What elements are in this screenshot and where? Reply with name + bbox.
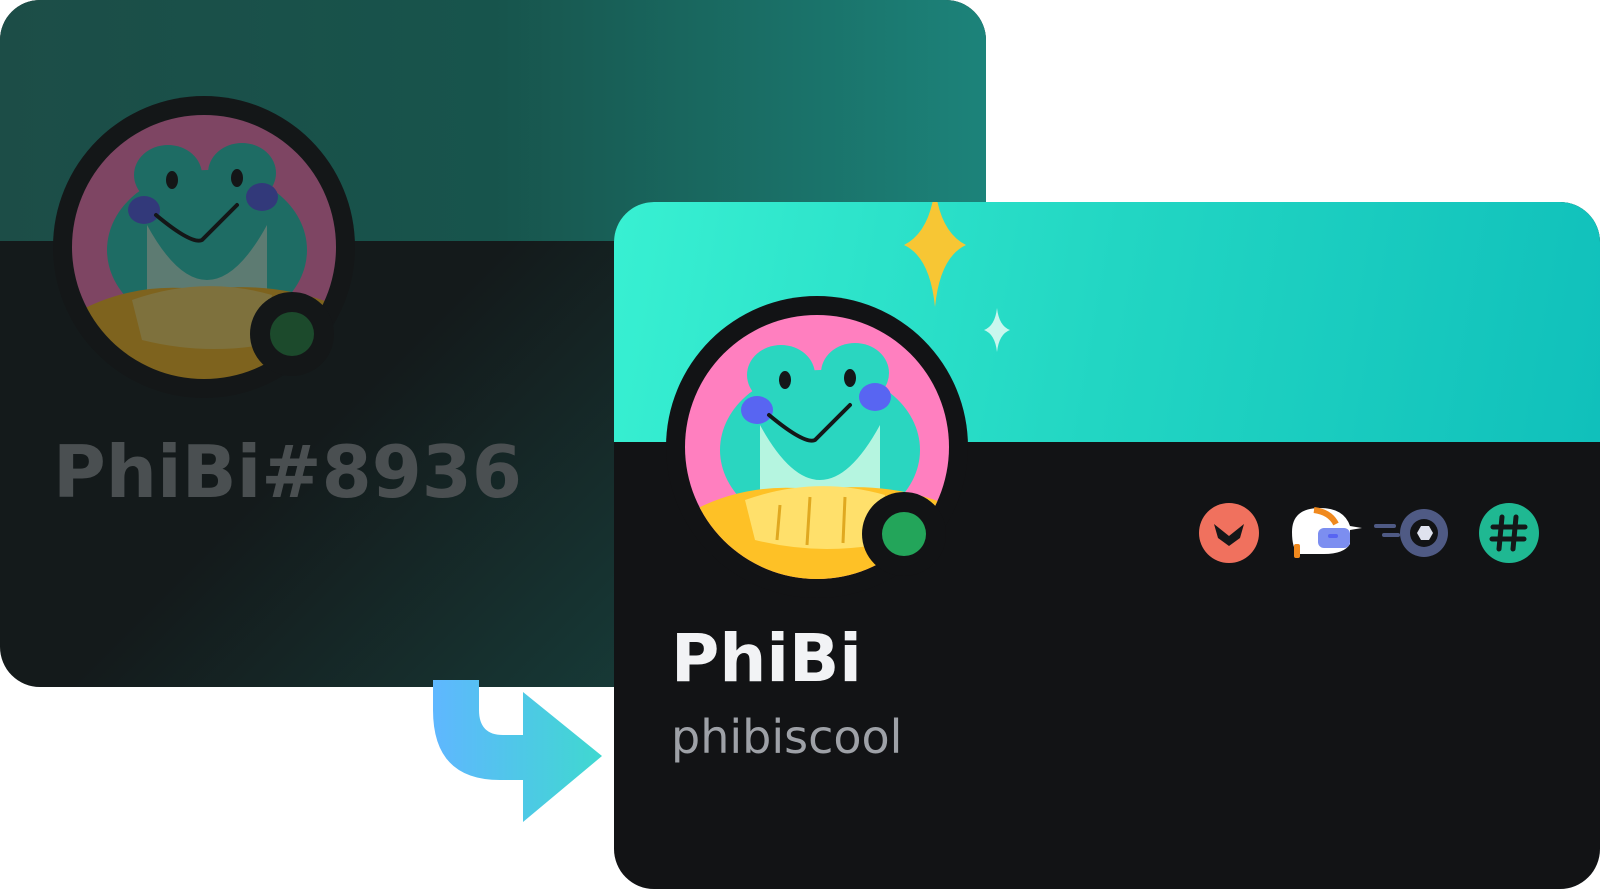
display-name: PhiBi [671, 620, 862, 697]
nitro-speed-badge-icon[interactable] [1374, 502, 1454, 564]
legacy-online-status-icon [270, 312, 314, 356]
quest-helmet-badge-icon[interactable] [1284, 502, 1364, 564]
legacy-username-tag: PhiBi#8936 [53, 430, 522, 514]
small-sparkle-icon [984, 308, 1010, 352]
hypesquad-bravery-badge-icon[interactable] [1198, 502, 1260, 564]
hashtag-badge-icon[interactable] [1478, 502, 1540, 564]
arrow-right-icon [433, 680, 602, 822]
sparkle-icon [904, 202, 966, 307]
username: phibiscool [671, 710, 903, 764]
online-status-icon [882, 512, 926, 556]
new-profile-card: PhiBi phibiscool [614, 202, 1600, 889]
